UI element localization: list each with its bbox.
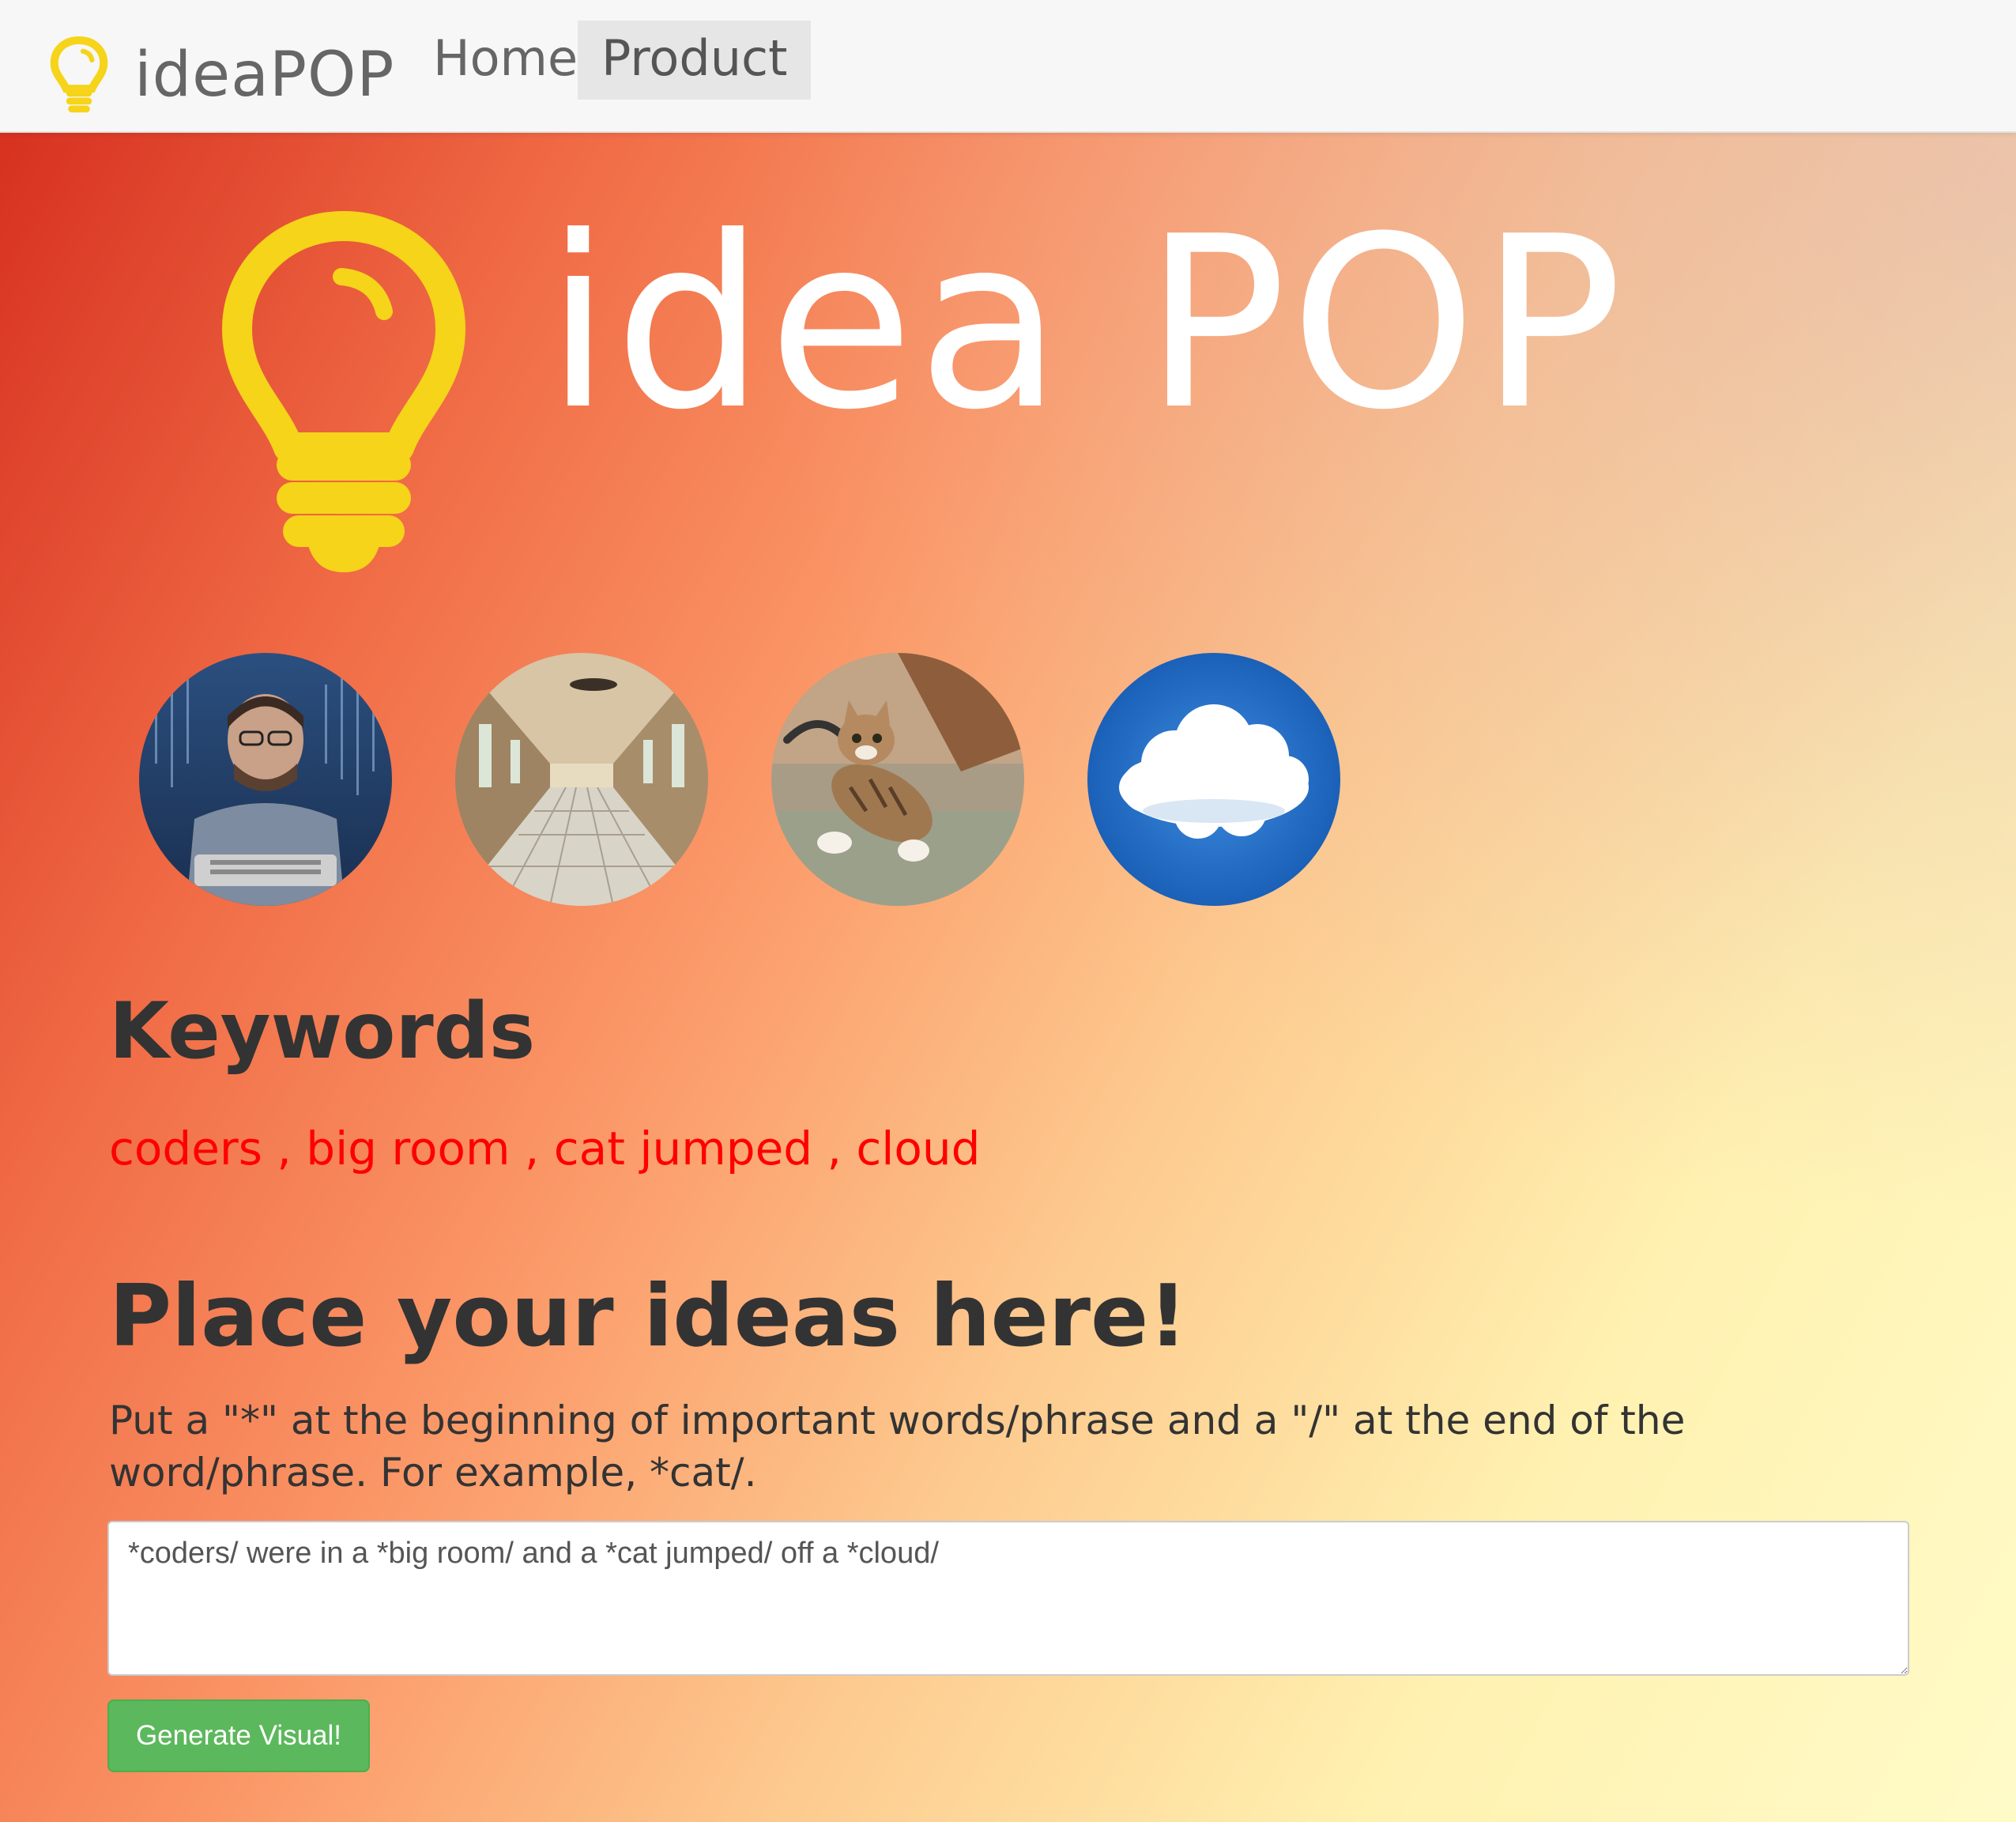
keyword-item: big room: [306, 1122, 511, 1175]
ideas-textarea[interactable]: *coders/ were in a *big room/ and a *cat…: [107, 1521, 1909, 1676]
keyword-item: cloud: [856, 1122, 981, 1175]
thumbnail-coders[interactable]: [139, 653, 392, 906]
hero-lightbulb-icon: [221, 210, 466, 578]
navbar: ideaPOP Home Product: [0, 0, 2016, 133]
nav-link-home[interactable]: Home: [409, 21, 601, 100]
cloud-photo: [1087, 653, 1340, 906]
generate-visual-button[interactable]: Generate Visual!: [107, 1699, 370, 1772]
thumbnail-big-room[interactable]: [455, 653, 708, 906]
keywords-heading: Keywords: [109, 986, 536, 1077]
keyword-separator: ,: [510, 1122, 554, 1175]
keyword-separator: ,: [262, 1122, 307, 1175]
coder-photo: [139, 653, 392, 906]
thumbnail-cat-jumped[interactable]: [771, 653, 1024, 906]
lightbulb-icon[interactable]: [49, 36, 109, 115]
thumbnail-cloud[interactable]: [1087, 653, 1340, 906]
ideas-instructions: Put a "*" at the beginning of important …: [109, 1398, 1686, 1496]
keyword-item: cat jumped: [553, 1122, 813, 1175]
navbar-brand[interactable]: ideaPOP: [134, 32, 394, 119]
jumping-cat-photo: [771, 653, 1024, 906]
nav-link-product[interactable]: Product: [578, 21, 812, 100]
keyword-separator: ,: [812, 1122, 857, 1175]
keyword-item: coders: [109, 1122, 262, 1175]
keywords-list: coders , big room , cat jumped , cloud: [109, 1113, 981, 1184]
ideas-heading: Place your ideas here!: [109, 1267, 1188, 1366]
big-room-photo: [455, 653, 708, 906]
hero-title: idea POP: [545, 186, 1626, 462]
